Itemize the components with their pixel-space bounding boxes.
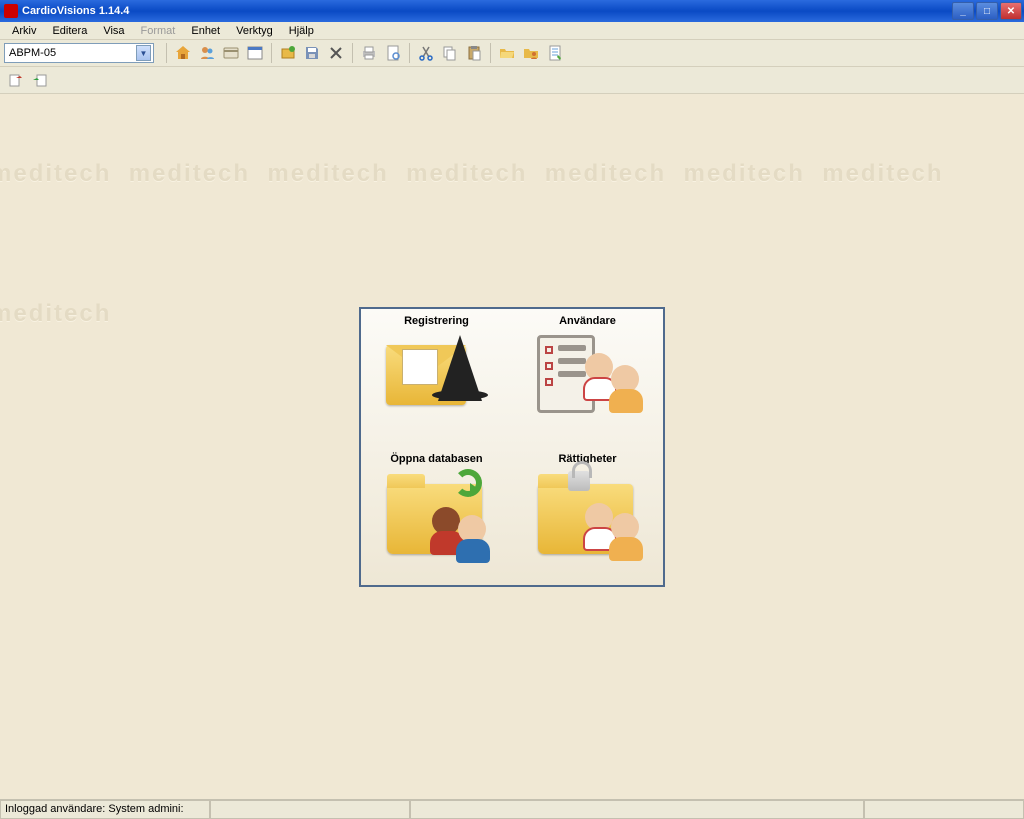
menu-hjalp[interactable]: Hjälp	[281, 23, 322, 39]
delete-button[interactable]	[325, 42, 347, 64]
panel-label: Öppna databasen	[390, 453, 482, 465]
status-cell-4	[864, 800, 1024, 819]
titlebar: CardioVisions 1.14.4 _ □ ✕	[0, 0, 1024, 22]
menu-verktyg[interactable]: Verktyg	[228, 23, 281, 39]
export-button[interactable]	[5, 69, 27, 91]
panel-item-rattigheter[interactable]: Rättigheter	[512, 447, 663, 585]
print-icon	[361, 45, 377, 61]
properties-icon	[547, 45, 563, 61]
import-button[interactable]	[29, 69, 51, 91]
window-icon	[247, 45, 263, 61]
open-database-icon	[382, 469, 492, 564]
card-button[interactable]	[220, 42, 242, 64]
cut-icon	[418, 45, 434, 61]
separator	[271, 43, 272, 63]
toolbar-row-1: ABPM-05 ▼	[0, 40, 1024, 67]
home-button[interactable]	[172, 42, 194, 64]
open-device-button[interactable]	[277, 42, 299, 64]
folder-user-icon	[523, 45, 539, 61]
device-icon	[280, 45, 296, 61]
menu-visa[interactable]: Visa	[95, 23, 132, 39]
minimize-button[interactable]: _	[952, 2, 974, 20]
menu-arkiv[interactable]: Arkiv	[4, 23, 44, 39]
panel-item-anvandare[interactable]: Användare	[512, 309, 663, 447]
import-icon	[32, 72, 48, 88]
app-icon	[4, 4, 18, 18]
maximize-button[interactable]: □	[976, 2, 998, 20]
status-logged-in: Inloggad användare: System admini:	[0, 800, 210, 819]
print-preview-button[interactable]	[382, 42, 404, 64]
menubar: Arkiv Editera Visa Format Enhet Verktyg …	[0, 22, 1024, 40]
users-icon	[533, 331, 643, 426]
window-button[interactable]	[244, 42, 266, 64]
panel-label: Registrering	[404, 315, 469, 327]
separator	[409, 43, 410, 63]
window-title: CardioVisions 1.14.4	[22, 5, 950, 17]
save-icon	[304, 45, 320, 61]
page-icon	[385, 45, 401, 61]
print-button[interactable]	[358, 42, 380, 64]
panel-item-oppna-db[interactable]: Öppna databasen	[361, 447, 512, 585]
users-button[interactable]	[196, 42, 218, 64]
paste-button[interactable]	[463, 42, 485, 64]
dropdown-arrow-icon: ▼	[136, 45, 151, 61]
separator	[166, 43, 167, 63]
menu-editera[interactable]: Editera	[44, 23, 95, 39]
folder-user-button[interactable]	[520, 42, 542, 64]
folder-open-icon	[499, 45, 515, 61]
registration-icon	[382, 331, 492, 426]
properties-button[interactable]	[544, 42, 566, 64]
menu-format: Format	[133, 23, 184, 39]
cut-button[interactable]	[415, 42, 437, 64]
home-icon	[175, 45, 191, 61]
copy-icon	[442, 45, 458, 61]
panel-label: Användare	[559, 315, 616, 327]
close-button[interactable]: ✕	[1000, 2, 1022, 20]
panel-item-registrering[interactable]: Registrering	[361, 309, 512, 447]
status-cell-2	[210, 800, 410, 819]
export-icon	[8, 72, 24, 88]
rights-icon	[533, 469, 643, 564]
users-icon	[199, 45, 215, 61]
separator	[490, 43, 491, 63]
menu-enhet[interactable]: Enhet	[183, 23, 228, 39]
device-select-value: ABPM-05	[9, 47, 56, 59]
toolbar-row-2	[0, 67, 1024, 94]
start-panel: Registrering Användare	[359, 307, 665, 587]
statusbar: Inloggad användare: System admini:	[0, 799, 1024, 819]
status-cell-3	[410, 800, 864, 819]
content-area: Registrering Användare	[0, 94, 1024, 799]
folder-open-button[interactable]	[496, 42, 518, 64]
delete-icon	[328, 45, 344, 61]
device-select[interactable]: ABPM-05 ▼	[4, 43, 154, 63]
separator	[352, 43, 353, 63]
paste-icon	[466, 45, 482, 61]
save-button[interactable]	[301, 42, 323, 64]
card-icon	[223, 45, 239, 61]
copy-button[interactable]	[439, 42, 461, 64]
